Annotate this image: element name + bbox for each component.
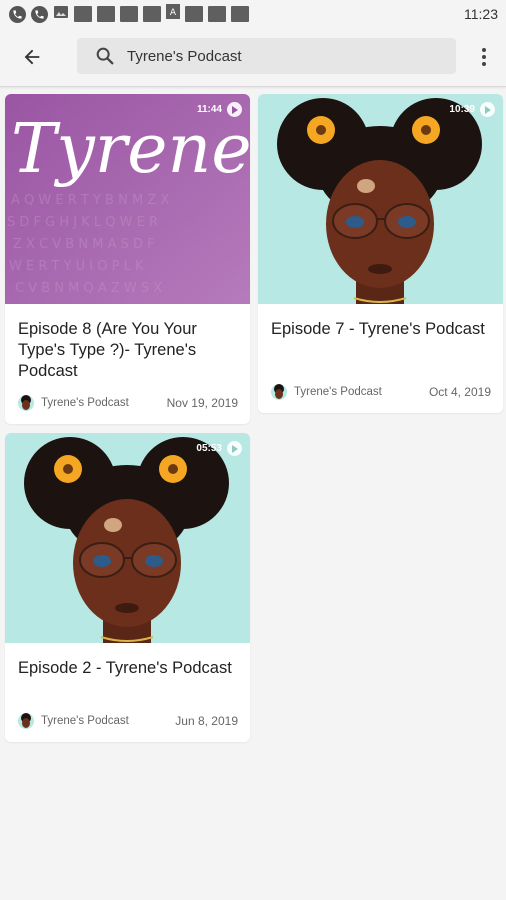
- episode-thumbnail[interactable]: 10:39: [258, 94, 503, 304]
- notification-icon: [231, 6, 249, 22]
- arrow-back-icon: [24, 49, 40, 65]
- play-icon: [480, 102, 495, 117]
- episode-title[interactable]: Episode 2 - Tyrene's Podcast: [18, 658, 238, 700]
- episode-thumbnail[interactable]: A Q W E R T Y B N M Z X S D F G H J K L …: [5, 94, 250, 304]
- notification-icon: [97, 6, 115, 22]
- channel-name[interactable]: Tyrene's Podcast: [294, 386, 429, 398]
- channel-avatar: [18, 713, 34, 729]
- cover-art-portrait: [5, 433, 250, 643]
- episode-meta: Tyrene's Podcast Jun 8, 2019: [18, 712, 238, 730]
- cover-art-portrait: [258, 94, 503, 304]
- episode-card[interactable]: 10:39 Episode 7 - Tyrene's Podcast Tyren…: [258, 94, 503, 413]
- back-button[interactable]: [18, 43, 46, 71]
- episode-title[interactable]: Episode 8 (Are You Your Type's Type ?)- …: [18, 319, 238, 382]
- card-body: Episode 7 - Tyrene's Podcast Tyrene's Po…: [258, 304, 503, 413]
- duration-badge: 11:44: [197, 102, 242, 117]
- publish-date: Oct 4, 2019: [428, 385, 491, 399]
- call-icon: [9, 5, 26, 23]
- cover-title: Tyrene: [11, 110, 250, 189]
- episode-card[interactable]: A Q W E R T Y B N M Z X S D F G H J K L …: [5, 94, 250, 424]
- episode-meta: Tyrene's Podcast Nov 19, 2019: [18, 394, 238, 412]
- channel-avatar: [18, 395, 34, 411]
- call-icon: [31, 5, 48, 23]
- app-bar: Tyrene's Podcast: [0, 28, 506, 87]
- episode-thumbnail[interactable]: 05:53: [5, 433, 250, 643]
- search-icon: [94, 45, 116, 67]
- publish-date: Jun 8, 2019: [175, 714, 238, 728]
- episode-card[interactable]: 05:53 Episode 2 - Tyrene's Podcast Tyren…: [5, 433, 250, 742]
- svg-text:Z X C V B N M A S D F: Z X C V B N M A S D F: [13, 237, 155, 252]
- episode-meta: Tyrene's Podcast Oct 4, 2019: [271, 383, 491, 401]
- image-icon: [53, 4, 69, 25]
- notification-icons: A: [9, 4, 249, 25]
- duration-badge: 10:39: [449, 102, 495, 117]
- duration-badge: 05:53: [196, 441, 242, 456]
- more-vert-icon[interactable]: [476, 43, 492, 71]
- search-value: Tyrene's Podcast: [127, 47, 242, 65]
- episode-title[interactable]: Episode 7 - Tyrene's Podcast: [271, 319, 491, 361]
- channel-avatar: [271, 384, 287, 400]
- notification-icon: [143, 6, 161, 22]
- search-input[interactable]: Tyrene's Podcast: [77, 38, 456, 74]
- duration: 05:53: [196, 443, 222, 454]
- notification-icon: [74, 6, 92, 22]
- notification-icon: [120, 6, 138, 22]
- svg-text:A Q W E R T Y B N M Z X: A Q W E R T Y B N M Z X: [11, 193, 169, 208]
- svg-text:A: A: [170, 8, 177, 18]
- card-body: Episode 2 - Tyrene's Podcast Tyrene's Po…: [5, 643, 250, 742]
- publish-date: Nov 19, 2019: [166, 396, 238, 410]
- svg-text:S D F G H J K L Q W E R: S D F G H J K L Q W E R: [7, 215, 158, 230]
- svg-text:W E R T Y U I O P L K: W E R T Y U I O P L K: [9, 259, 144, 274]
- notification-icon: [185, 6, 203, 22]
- channel-name[interactable]: Tyrene's Podcast: [41, 397, 167, 409]
- cover-art-purple: A Q W E R T Y B N M Z X S D F G H J K L …: [5, 94, 250, 304]
- duration: 10:39: [449, 104, 475, 115]
- clock: 11:23: [464, 6, 498, 22]
- notification-icon: [208, 6, 226, 22]
- svg-text:C V B N M Q A Z W S X: C V B N M Q A Z W S X: [15, 281, 162, 296]
- channel-name[interactable]: Tyrene's Podcast: [41, 715, 175, 727]
- card-body: Episode 8 (Are You Your Type's Type ?)- …: [5, 304, 250, 424]
- play-icon: [227, 102, 242, 117]
- play-icon: [227, 441, 242, 456]
- status-bar: A 11:23: [0, 0, 506, 28]
- duration: 11:44: [196, 104, 222, 115]
- text-icon: A: [166, 4, 180, 24]
